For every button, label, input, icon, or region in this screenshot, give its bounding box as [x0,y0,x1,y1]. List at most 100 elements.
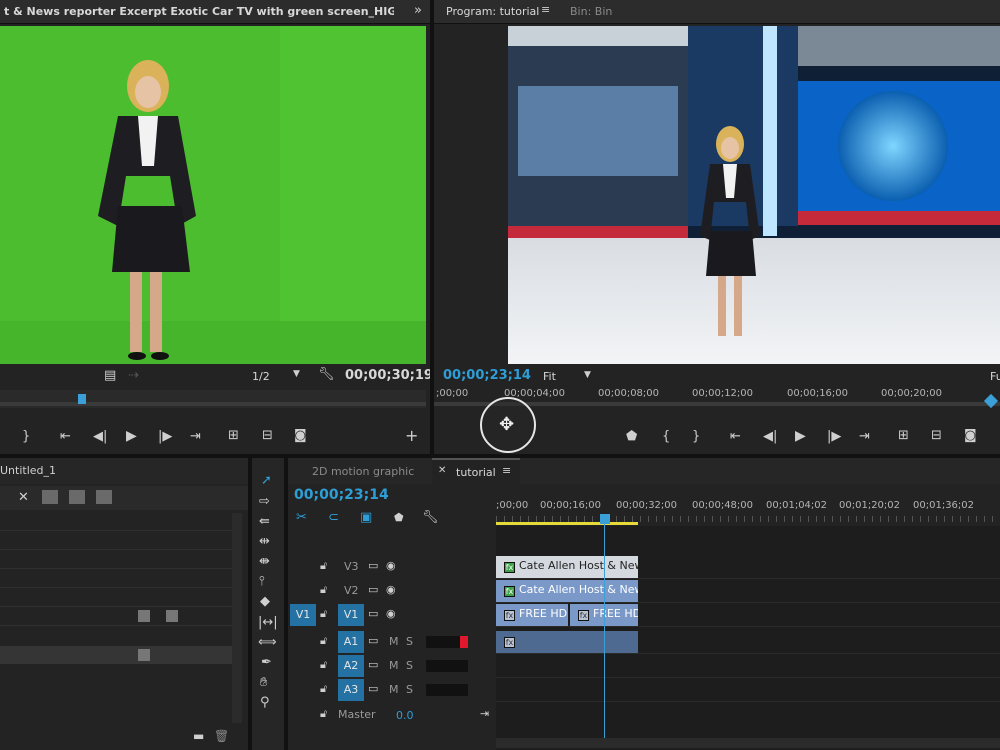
mark-out-icon[interactable]: } [22,430,30,443]
camera-icon[interactable]: ◙ [964,429,977,442]
extract-icon[interactable]: ⊟ [931,429,942,442]
zoom-select[interactable]: Fit [543,370,556,383]
ripple-edit-icon[interactable]: ⇚ [259,515,270,528]
clip-v2[interactable]: fx Cate Allen Host & News [496,580,638,602]
tab-program[interactable]: Program: tutorial [446,5,539,18]
eye-icon[interactable]: ◉ [386,560,396,571]
work-area-bar[interactable] [496,522,638,525]
lock-icon[interactable]: 🔓︎ [320,659,327,670]
sync-lock-icon[interactable]: ▭ [368,659,378,670]
timeline-tracks-area[interactable]: ;00;00 00;00;16;00 00;00;32;00 00;00;48;… [496,484,1000,750]
track-target-v1[interactable]: V1 [338,604,364,626]
zoom-tool-icon[interactable]: ⚲ [260,696,270,709]
mark-in-icon[interactable]: { [662,430,670,443]
track-lane-a3[interactable] [496,679,1000,702]
sync-lock-icon[interactable]: ▭ [368,584,378,595]
track-lane-v3[interactable]: fx Cate Allen Host & News [496,556,1000,579]
eye-icon[interactable]: ◉ [386,584,396,595]
track-lane-a2[interactable] [496,655,1000,678]
play-icon[interactable]: ▶ [126,429,137,443]
source-timecode[interactable]: 00;00;30;19 [345,368,433,383]
sync-lock-icon[interactable]: ▭ [368,560,378,571]
step-back-icon[interactable]: ◀| [93,430,107,443]
track-select-icon[interactable]: ⇨ [259,495,270,508]
master-volume-value[interactable]: 0.0 [396,709,414,722]
plus-icon[interactable]: + [405,428,418,444]
close-icon[interactable]: ✕ [438,466,446,476]
track-lane-a1[interactable]: fx [496,631,1000,654]
camera-icon[interactable]: ◙ [294,429,307,442]
step-forward-icon[interactable]: |▶ [158,430,172,443]
track-lane-master[interactable] [496,704,1000,727]
project-row[interactable] [0,513,232,531]
film-strip-icon[interactable]: ▤ [104,369,116,382]
nest-icon[interactable]: ✂︎ [296,511,307,524]
project-row[interactable] [0,608,232,626]
source-patch-v1[interactable]: V1 [290,604,316,626]
tab-tutorial-active[interactable]: ✕ tutorial ≡ [432,458,520,484]
razor-icon[interactable]: ⫯ [259,575,265,588]
chevron-down-icon[interactable]: ▼ [584,371,591,380]
play-icon[interactable]: ▶ [795,429,806,443]
source-resolution-select[interactable]: 1/2 [252,370,270,383]
solo-button[interactable]: S [406,659,413,672]
add-marker-icon[interactable]: ⬟ [626,430,637,443]
project-row[interactable] [0,589,232,607]
go-to-in-icon[interactable]: ⇤ [730,430,741,443]
track-lane-v1[interactable]: fx FREE HD fx FREE HD [496,604,1000,627]
timeline-timecode[interactable]: 00;00;23;14 [294,487,389,503]
snap-icon[interactable]: ⊂ [328,511,339,524]
project-scrollbar[interactable] [232,513,242,723]
source-tab-title[interactable]: t & News reporter Excerpt Exotic Car TV … [4,5,394,18]
tab-project[interactable]: Untitled_1 [0,464,56,477]
go-to-out-icon[interactable]: ⇥ [859,430,870,443]
mark-out-icon[interactable]: } [692,430,700,443]
mute-button[interactable]: M [389,683,399,696]
program-video-frame[interactable] [508,26,1000,364]
pen-track-icon[interactable]: ⟺ [258,636,277,649]
eye-icon[interactable]: ◉ [386,608,396,619]
timeline-playhead-handle[interactable] [600,514,610,524]
go-to-in-icon[interactable]: ⇤ [60,430,71,443]
timeline-time-ruler[interactable]: ;00;00 00;00;16;00 00;00;32;00 00;00;48;… [496,484,1000,526]
source-video-frame[interactable] [0,26,426,364]
go-to-end-icon[interactable]: ⇥ [480,708,489,719]
lock-icon[interactable]: 🔓︎ [320,608,327,619]
lock-icon[interactable]: 🔓︎ [320,683,327,694]
folder-icon[interactable]: ▬ [193,730,204,742]
timeline-horizontal-scrollbar[interactable] [496,738,1000,748]
clip-v3[interactable]: fx Cate Allen Host & News [496,556,638,578]
sync-lock-icon[interactable]: ▭ [368,683,378,694]
add-marker-icon[interactable]: ⬟ [394,512,404,523]
icon-view-icon[interactable] [69,490,85,504]
lock-icon[interactable]: 🔓︎ [320,708,327,719]
tab-bin[interactable]: Bin: Bin [570,5,612,18]
pen-tool-icon[interactable]: ✒︎ [261,656,272,669]
track-target-a2[interactable]: A2 [338,655,364,677]
menu-icon[interactable]: ≡ [541,4,550,15]
menu-icon[interactable]: ≡ [502,465,511,476]
overwrite-icon[interactable]: ⊟ [262,429,273,442]
solo-button[interactable]: S [406,635,413,648]
step-forward-icon[interactable]: |▶ [827,430,841,443]
linked-selection-icon[interactable]: ▣ [360,511,372,524]
slip-tool-icon[interactable]: ◆ [260,595,270,608]
rate-stretch-icon[interactable]: ⇼ [259,555,270,568]
project-row[interactable] [0,570,232,588]
mute-button[interactable]: M [389,635,399,648]
lock-icon[interactable]: 🔓︎ [320,635,327,646]
program-resolution[interactable]: Fu [990,370,1000,383]
tab-2d-motion-graphic[interactable]: 2D motion graphic [312,465,414,478]
trash-icon[interactable]: 🗑︎ [214,730,229,742]
double-chevron-right-icon[interactable]: » [414,3,422,18]
solo-button[interactable]: S [406,683,413,696]
close-icon[interactable]: ✕ [18,491,29,504]
mute-button[interactable]: M [389,659,399,672]
track-target-a3[interactable]: A3 [338,679,364,701]
freeform-view-icon[interactable] [96,490,112,504]
lift-icon[interactable]: ⊞ [898,429,909,442]
wrench-icon[interactable]: 🔧︎ [318,368,335,381]
program-timecode[interactable]: 00;00;23;14 [443,368,531,383]
track-target-a1[interactable]: A1 [338,631,364,653]
rolling-edit-icon[interactable]: ⇹ [259,535,270,548]
